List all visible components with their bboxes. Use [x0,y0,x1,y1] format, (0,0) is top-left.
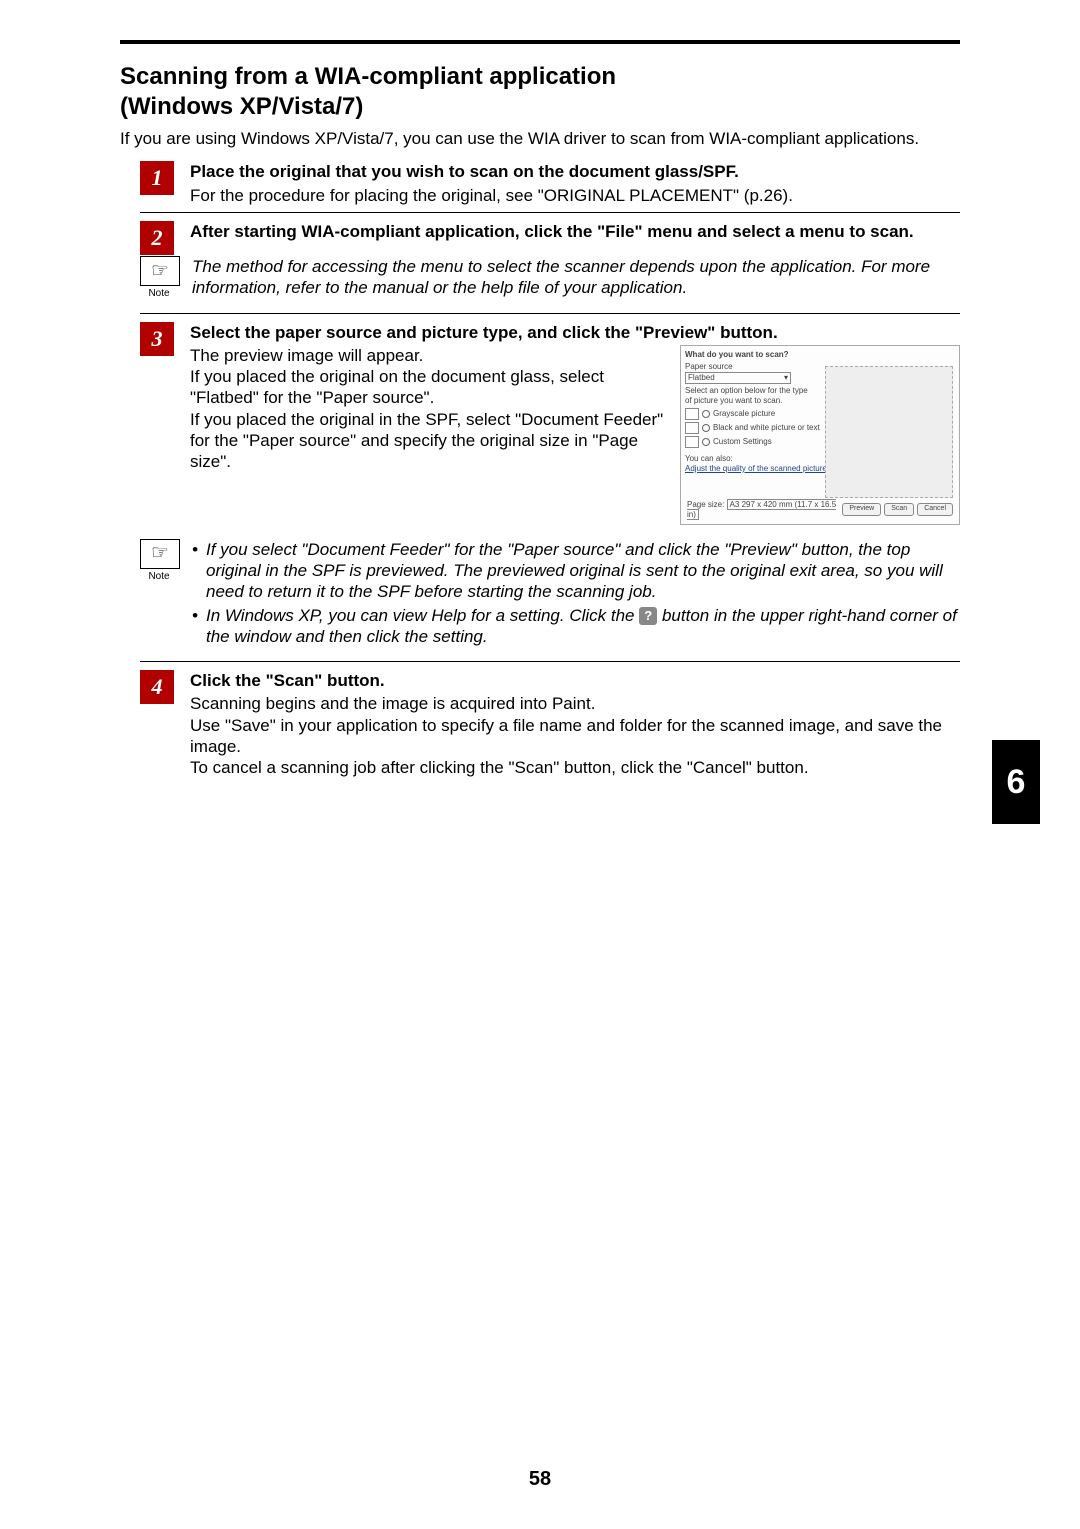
custom-swatch-icon [685,436,699,448]
note-2-bullet-1: If you select "Document Feeder" for the … [192,539,960,603]
step-1: 1 Place the original that you wish to sc… [120,161,960,206]
preview-button[interactable]: Preview [842,503,881,516]
step-4-title: Click the "Scan" button. [190,670,960,691]
divider [140,212,960,213]
step-4-body-3: To cancel a scanning job after clicking … [190,757,960,778]
note-label: Note [140,571,178,584]
page-number: 58 [80,1467,1000,1492]
paper-source-value: Flatbed [688,373,715,382]
section-title: Scanning from a WIA-compliant applicatio… [120,62,960,122]
page-size-label: Page size: [687,500,724,509]
chevron-down-icon: ▾ [784,373,788,383]
radio-icon [702,424,710,432]
cancel-button[interactable]: Cancel [917,503,953,516]
step-3-body-3: If you placed the original in the SPF, s… [190,409,666,473]
step-3-body: The preview image will appear. If you pl… [190,345,666,525]
note-1: ☞ Note The method for accessing the menu… [140,256,960,299]
preview-pane [825,366,953,498]
section-title-line2: (Windows XP/Vista/7) [120,93,363,120]
scan-button[interactable]: Scan [884,503,914,516]
radio-icon [702,410,710,418]
step-4-body: Scanning begins and the image is acquire… [190,693,960,778]
note-hand-icon: ☞ [140,256,180,286]
note-1-text: The method for accessing the menu to sel… [192,256,960,299]
step-2-number: 2 [140,221,174,255]
step-3-body-2: If you placed the original on the docume… [190,366,666,409]
step-3-title: Select the paper source and picture type… [190,322,960,343]
dialog-heading: What do you want to scan? [685,350,955,360]
step-1-number: 1 [140,161,174,195]
step-4: 4 Click the "Scan" button. Scanning begi… [120,670,960,778]
step-2-title: After starting WIA-compliant application… [190,221,960,242]
note-label: Note [140,288,178,301]
paper-source-select[interactable]: Flatbed ▾ [685,372,791,384]
step-2: 2 After starting WIA-compliant applicati… [120,221,960,242]
intro-text: If you are using Windows XP/Vista/7, you… [120,128,960,149]
note-icon-box: ☞ Note [140,256,178,301]
divider [140,661,960,662]
step-4-body-2: Use "Save" in your application to specif… [190,715,960,758]
dialog-options-hint: Select an option below for the type of p… [685,386,815,406]
step-4-number: 4 [140,670,174,704]
opt1-label: Grayscale picture [713,409,775,419]
step-1-body: For the procedure for placing the origin… [190,185,960,206]
step-1-title: Place the original that you wish to scan… [190,161,960,182]
divider [140,313,960,314]
note-icon-box: ☞ Note [140,539,178,584]
opt3-label: Custom Settings [713,437,772,447]
step-4-body-1: Scanning begins and the image is acquire… [190,693,960,714]
chapter-tab: 6 [992,740,1040,824]
grayscale-swatch-icon [685,408,699,420]
section-title-line1: Scanning from a WIA-compliant applicatio… [120,63,616,90]
bw-swatch-icon [685,422,699,434]
step-3-number: 3 [140,322,174,356]
top-rule [120,40,960,44]
opt2-label: Black and white picture or text [713,423,820,433]
note-2-bullet-2: In Windows XP, you can view Help for a s… [192,605,960,648]
note-hand-icon: ☞ [140,539,180,569]
help-icon[interactable]: ? [639,607,657,625]
step-3: 3 Select the paper source and picture ty… [120,322,960,525]
step-3-body-1: The preview image will appear. [190,345,666,366]
wia-dialog-thumbnail: What do you want to scan? Paper source F… [680,345,960,525]
note-2-b2a: In Windows XP, you can view Help for a s… [206,606,639,625]
note-2: ☞ Note If you select "Document Feeder" f… [140,539,960,647]
radio-icon [702,438,710,446]
